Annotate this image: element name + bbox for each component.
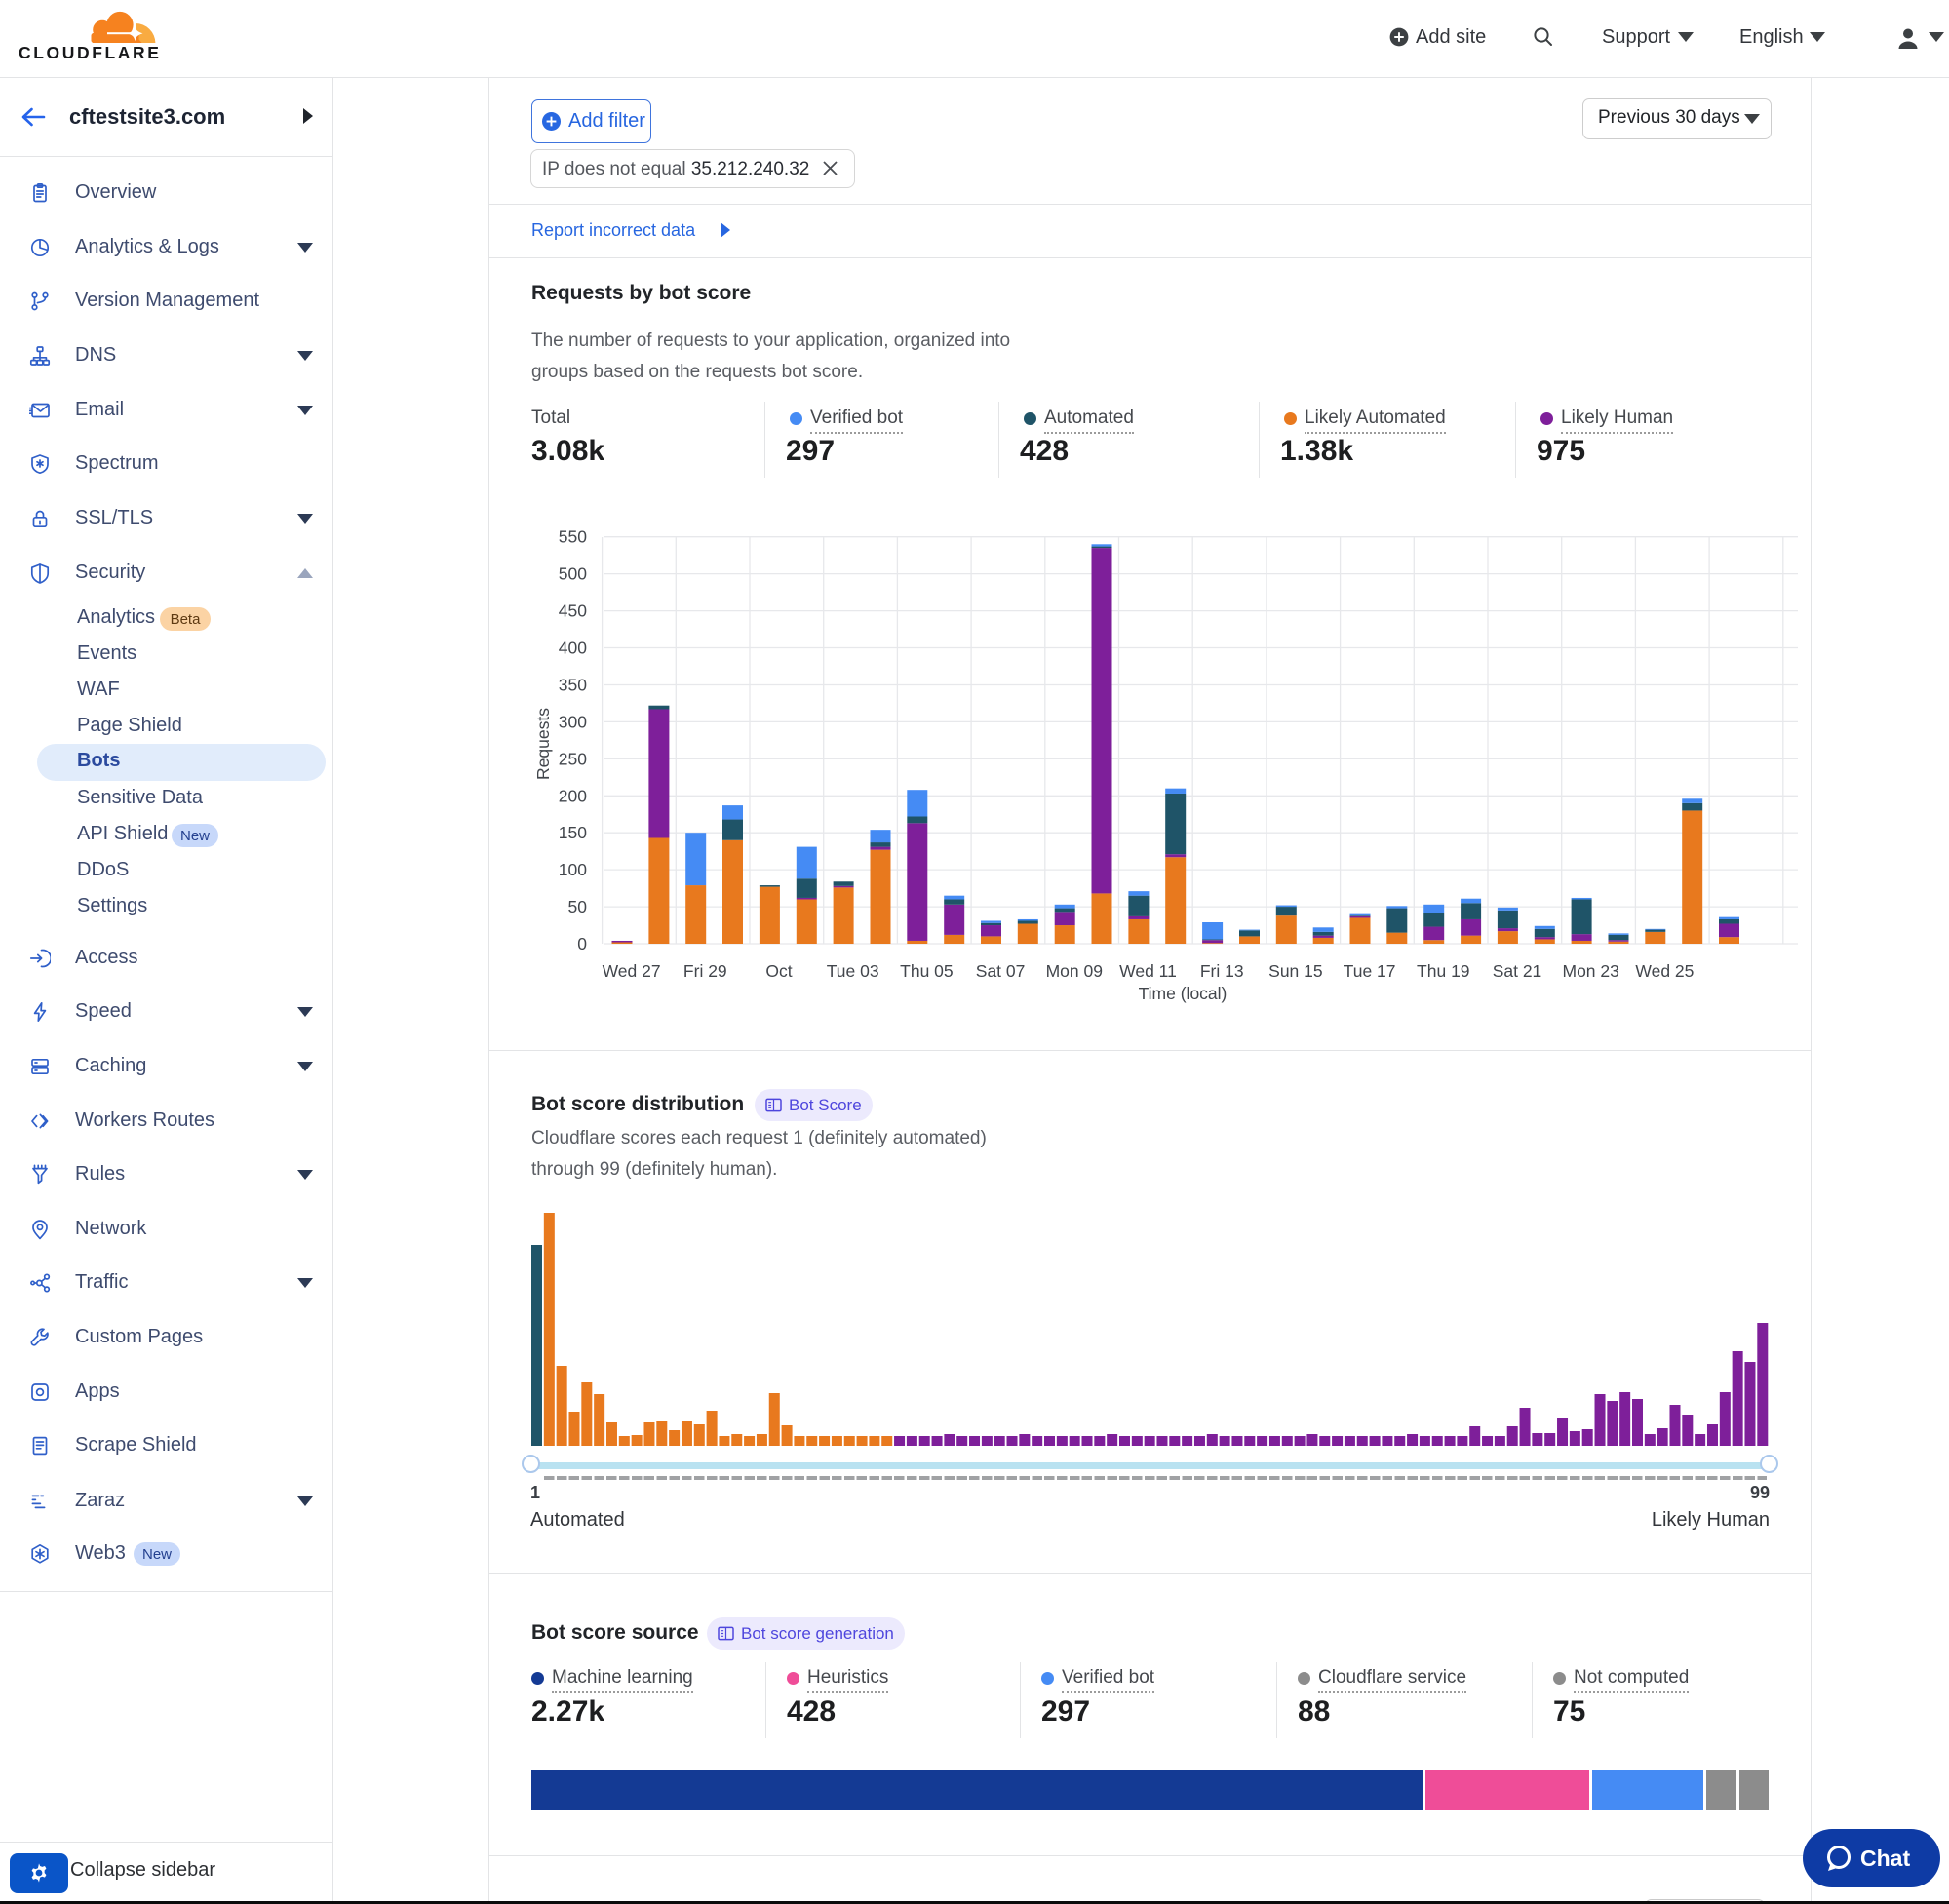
svg-text:Mon 23: Mon 23 bbox=[1563, 961, 1619, 981]
svg-text:Requests: Requests bbox=[533, 708, 553, 780]
svg-text:0: 0 bbox=[577, 934, 587, 953]
svg-text:250: 250 bbox=[559, 749, 587, 768]
svg-text:350: 350 bbox=[559, 676, 587, 695]
svg-text:Wed 25: Wed 25 bbox=[1635, 961, 1694, 981]
svg-text:Sun 15: Sun 15 bbox=[1268, 961, 1322, 981]
svg-text:50: 50 bbox=[568, 897, 588, 916]
svg-text:400: 400 bbox=[559, 639, 587, 658]
svg-text:550: 550 bbox=[559, 527, 587, 547]
svg-text:300: 300 bbox=[559, 712, 587, 731]
svg-text:Fri 29: Fri 29 bbox=[683, 961, 727, 981]
svg-text:Wed 11: Wed 11 bbox=[1119, 961, 1177, 981]
svg-text:Sat 21: Sat 21 bbox=[1493, 961, 1542, 981]
svg-text:Oct: Oct bbox=[765, 961, 792, 981]
svg-text:200: 200 bbox=[559, 786, 587, 805]
svg-text:Fri 13: Fri 13 bbox=[1200, 961, 1244, 981]
svg-text:Tue 03: Tue 03 bbox=[827, 961, 879, 981]
svg-text:100: 100 bbox=[559, 860, 587, 879]
svg-text:500: 500 bbox=[559, 564, 587, 584]
svg-text:Tue 17: Tue 17 bbox=[1344, 961, 1396, 981]
svg-text:Time (local): Time (local) bbox=[1139, 984, 1228, 1003]
svg-text:Wed 27: Wed 27 bbox=[603, 961, 661, 981]
svg-text:Thu 19: Thu 19 bbox=[1417, 961, 1469, 981]
svg-text:150: 150 bbox=[559, 823, 587, 842]
svg-text:450: 450 bbox=[559, 602, 587, 621]
svg-text:Thu 05: Thu 05 bbox=[900, 961, 953, 981]
svg-text:Sat 07: Sat 07 bbox=[976, 961, 1026, 981]
svg-text:Mon 09: Mon 09 bbox=[1046, 961, 1103, 981]
